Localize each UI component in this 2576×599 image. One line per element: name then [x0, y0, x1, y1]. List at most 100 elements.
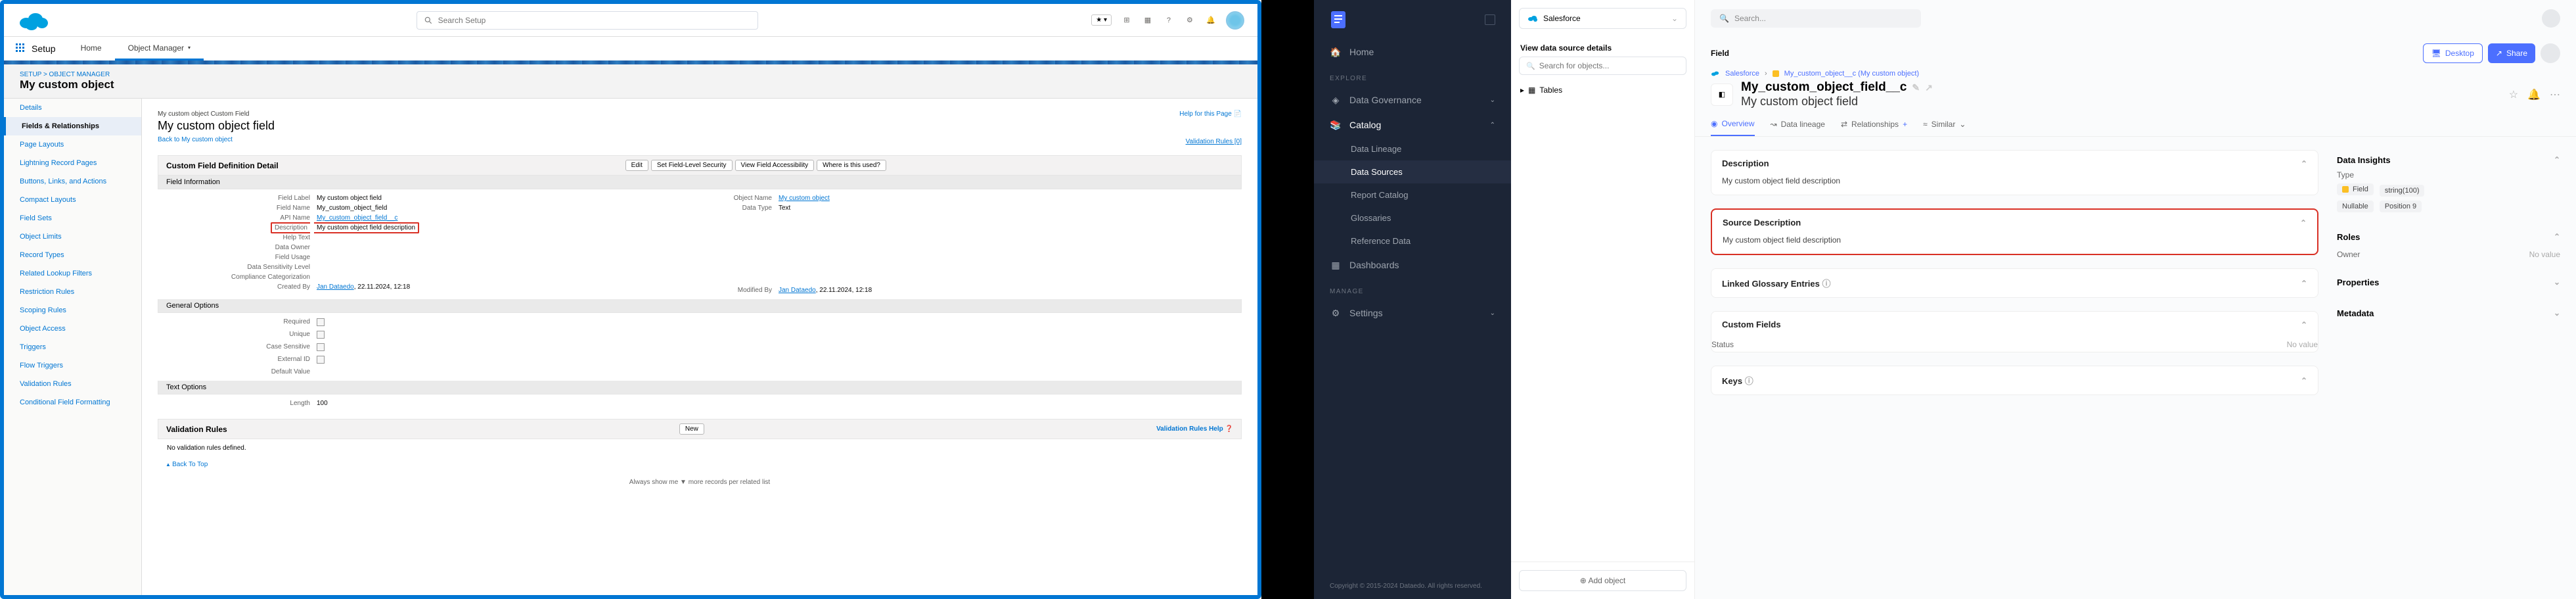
nav-dashboards[interactable]: ▦Dashboards	[1314, 252, 1511, 277]
collapse-icon[interactable]: ⌃	[2300, 218, 2307, 228]
sidebar-item-lookup-filters[interactable]: Related Lookup Filters	[4, 264, 141, 283]
sidebar-item-buttons[interactable]: Buttons, Links, and Actions	[4, 172, 141, 191]
star-icon[interactable]: ☆	[2509, 88, 2518, 101]
tab-lineage[interactable]: ↝ Data lineage	[1771, 115, 1825, 136]
grid-icon[interactable]: ⊞	[1121, 14, 1133, 26]
notifications-icon[interactable]: 🔔	[1205, 14, 1217, 26]
app-switcher[interactable]: Setup	[4, 37, 68, 60]
waffle-icon	[16, 43, 26, 54]
user-avatar[interactable]	[1226, 11, 1244, 30]
val-description: My custom object field description	[317, 224, 700, 231]
collapse-icon[interactable]	[1485, 14, 1495, 25]
source-selector[interactable]: Salesforce ⌄	[1519, 8, 1686, 29]
edit-button[interactable]: Edit	[625, 160, 648, 171]
chk-required	[317, 318, 325, 326]
bc-source[interactable]: Salesforce	[1725, 70, 1759, 78]
sidebar-item-conditional[interactable]: Conditional Field Formatting	[4, 393, 141, 412]
tree-search-input[interactable]	[1539, 61, 1679, 70]
val-api-name: My_custom_object_field__c	[317, 214, 700, 222]
global-search[interactable]: 🔍Search...	[1711, 9, 1921, 28]
new-rule-button[interactable]: New	[679, 423, 704, 435]
nav-home[interactable]: 🏠Home	[1314, 39, 1511, 64]
tab-relationships[interactable]: ⇄ Relationships +	[1841, 115, 1907, 136]
expand-icon[interactable]: ⌄	[2554, 277, 2560, 287]
breadcrumb[interactable]: SETUP > OBJECT MANAGER	[20, 71, 1242, 78]
validation-help-link[interactable]: Validation Rules Help ❓	[1156, 425, 1233, 433]
sidebar-item-validation[interactable]: Validation Rules	[4, 375, 141, 393]
nav-report-catalog[interactable]: Report Catalog	[1314, 183, 1511, 206]
tree-search[interactable]: 🔍	[1519, 57, 1686, 75]
back-link[interactable]: Back to My custom object	[158, 136, 233, 143]
tab-similar[interactable]: ≈ Similar ⌄	[1923, 115, 1966, 136]
sidebar-item-triggers[interactable]: Triggers	[4, 338, 141, 356]
expand-icon[interactable]: ▸	[1520, 85, 1524, 95]
fls-button[interactable]: Set Field-Level Security	[651, 160, 733, 171]
collapse-icon[interactable]: ⌃	[2301, 320, 2307, 329]
section-title: Data Insights	[2337, 155, 2391, 165]
nav-catalog[interactable]: 📚Catalog⌃	[1314, 112, 1511, 137]
more-avatar[interactable]	[2541, 43, 2560, 63]
sidebar-item-details[interactable]: Details	[4, 99, 141, 117]
add-object-button[interactable]: ⊕ Add object	[1519, 570, 1686, 591]
tab-overview[interactable]: ◉ Overview	[1711, 115, 1755, 136]
more-icon[interactable]: ⋯	[2550, 88, 2560, 101]
share-button[interactable]: ↗ Share	[2488, 43, 2535, 63]
collapse-icon[interactable]: ⌃	[2301, 159, 2307, 168]
val-field-label: My custom object field	[317, 195, 700, 202]
favorites-button[interactable]: ★ ▾	[1091, 14, 1112, 26]
nav-data-sources[interactable]: Data Sources	[1314, 160, 1511, 183]
chk-case	[317, 343, 325, 351]
collapse-icon[interactable]: ⌃	[2301, 279, 2307, 288]
sidebar-item-compact[interactable]: Compact Layouts	[4, 191, 141, 209]
sidebar-item-scoping[interactable]: Scoping Rules	[4, 301, 141, 320]
card-title: Keys ⓘ	[1722, 374, 1753, 387]
sub-text-options: Text Options	[158, 381, 1242, 395]
nav-reference-data[interactable]: Reference Data	[1314, 229, 1511, 252]
sidebar-item-page-layouts[interactable]: Page Layouts	[4, 135, 141, 154]
user-avatar[interactable]	[2542, 9, 2560, 28]
app-launcher-icon[interactable]: ▦	[1142, 14, 1154, 26]
lbl-default-value: Default Value	[166, 368, 317, 375]
collapse-icon[interactable]: ⌃	[2554, 155, 2560, 165]
back-to-top[interactable]: Back To Top	[158, 457, 1242, 472]
sidebar-item-lightning[interactable]: Lightning Record Pages	[4, 154, 141, 172]
validation-rules-link[interactable]: Validation Rules [0]	[1186, 138, 1242, 145]
info-icon[interactable]: ⓘ	[1745, 376, 1753, 386]
setup-gear-icon[interactable]: ⚙	[1184, 14, 1196, 26]
collapse-icon[interactable]: ⌃	[2554, 232, 2560, 242]
bc-object[interactable]: My_custom_object__c (My custom object)	[1784, 70, 1919, 78]
sidebar-item-record-types[interactable]: Record Types	[4, 246, 141, 264]
bell-icon[interactable]: 🔔	[2527, 88, 2541, 101]
info-icon[interactable]: ⓘ	[1822, 279, 1830, 289]
help-link[interactable]: Help for this Page 📄	[1179, 110, 1242, 118]
sidebar-item-limits[interactable]: Object Limits	[4, 228, 141, 246]
collapse-icon[interactable]: ⌃	[2301, 376, 2307, 385]
tree-tables[interactable]: ▸▦Tables	[1511, 82, 1694, 99]
global-search[interactable]	[417, 11, 758, 30]
sidebar-item-restriction[interactable]: Restriction Rules	[4, 283, 141, 301]
nav-data-lineage[interactable]: Data Lineage	[1314, 137, 1511, 160]
desktop-button[interactable]: 🖥 Desktop	[2423, 43, 2483, 63]
sidebar-item-object-access[interactable]: Object Access	[4, 320, 141, 338]
search-icon: 🔍	[1719, 14, 1729, 23]
chevron-down-icon: ⌄	[1671, 14, 1678, 23]
accessibility-button[interactable]: View Field Accessibility	[735, 160, 815, 171]
custom-fields-card: Custom Fields⌃ StatusNo value	[1711, 311, 2318, 352]
sidebar-item-flow-triggers[interactable]: Flow Triggers	[4, 356, 141, 375]
description-card: Description⌃ My custom object field desc…	[1711, 150, 2318, 195]
search-input[interactable]	[438, 16, 751, 25]
where-used-button[interactable]: Where is this used?	[817, 160, 886, 171]
edit-icon[interactable]: ✎	[1912, 82, 1920, 93]
sidebar-item-fields[interactable]: Fields & Relationships	[4, 117, 141, 135]
nav-glossaries[interactable]: Glossaries	[1314, 206, 1511, 229]
nav-data-governance[interactable]: ◈Data Governance⌄	[1314, 87, 1511, 112]
tab-home[interactable]: Home	[68, 37, 115, 60]
tree-subtitle[interactable]: View data source details	[1511, 37, 1694, 57]
expand-icon[interactable]: ⌄	[2554, 308, 2560, 318]
tab-object-manager[interactable]: Object Manager	[115, 37, 204, 60]
help-icon[interactable]: ?	[1163, 14, 1175, 26]
external-icon[interactable]: ↗	[1925, 82, 1933, 93]
nav-settings[interactable]: ⚙Settings⌄	[1314, 300, 1511, 325]
sidebar-item-fieldsets[interactable]: Field Sets	[4, 209, 141, 228]
governance-icon: ◈	[1330, 94, 1342, 106]
